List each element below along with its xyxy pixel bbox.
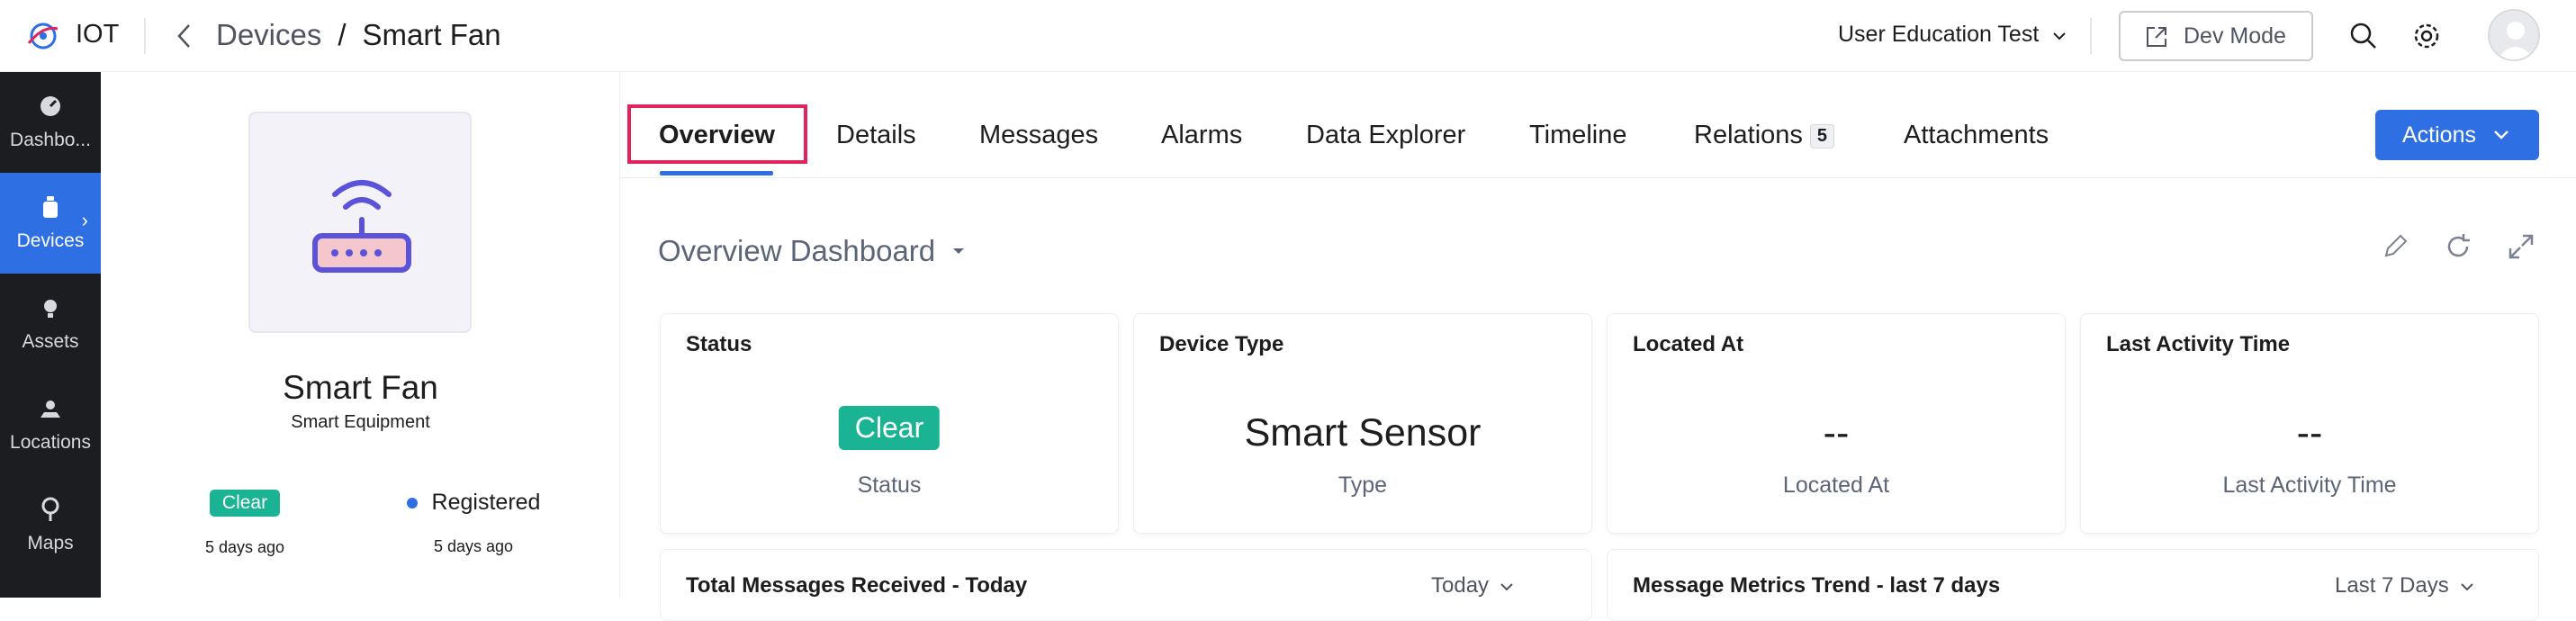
sidebar-item-label: Dashbo... xyxy=(10,130,91,150)
card-title: Last Activity Time xyxy=(2106,332,2291,356)
tab-details[interactable]: Details xyxy=(836,121,916,150)
expand-icon[interactable] xyxy=(2505,230,2537,263)
widget-title: Message Metrics Trend - last 7 days xyxy=(1633,573,2001,598)
breadcrumb: Devices / Smart Fan xyxy=(216,18,501,52)
main-content: Overview Details Messages Alarms Data Ex… xyxy=(620,72,2576,621)
relations-count-badge: 5 xyxy=(1809,123,1835,148)
tab-bar: Overview Details Messages Alarms Data Ex… xyxy=(620,72,2576,178)
caret-down-icon[interactable] xyxy=(951,247,966,256)
chevron-right-icon: › xyxy=(81,209,88,231)
status-badge: Clear xyxy=(209,490,281,517)
device-type: Smart Equipment xyxy=(291,412,430,432)
divider xyxy=(2090,18,2092,54)
device-icon xyxy=(43,196,58,218)
status-card: Status Clear Status xyxy=(660,313,1119,534)
located-at-card: Located At -- Located At xyxy=(1607,313,2066,534)
device-status-block: Clear 5 days ago xyxy=(155,490,335,557)
edit-icon[interactable] xyxy=(2379,230,2411,263)
last-activity-card: Last Activity Time -- Last Activity Time xyxy=(2080,313,2539,534)
sidebar-item-label: Devices xyxy=(16,230,85,251)
dashboard-icon xyxy=(41,96,60,116)
range-selector[interactable]: Last 7 Days xyxy=(2335,573,2474,598)
active-tab-underline xyxy=(660,171,773,176)
messages-today-widget: Total Messages Received - Today Today xyxy=(660,549,1592,621)
breadcrumb-current: Smart Fan xyxy=(362,18,501,51)
card-title: Status xyxy=(686,332,752,356)
divider xyxy=(144,18,146,54)
search-icon[interactable] xyxy=(2347,20,2380,52)
device-type-card: Device Type Smart Sensor Type xyxy=(1133,313,1592,534)
sidebar-item-maps[interactable]: Maps xyxy=(0,475,101,576)
message-trend-widget: Message Metrics Trend - last 7 days Last… xyxy=(1607,549,2539,621)
sidebar: Dashbo... Devices › Assets Locations Map… xyxy=(0,72,101,598)
sidebar-item-label: Assets xyxy=(22,331,79,352)
refresh-icon[interactable] xyxy=(2442,230,2474,263)
device-image xyxy=(248,112,472,333)
range-selector[interactable]: Today xyxy=(1431,573,1514,598)
tab-attachments[interactable]: Attachments xyxy=(1904,121,2049,150)
map-pin-icon xyxy=(41,497,59,521)
chevron-down-icon xyxy=(2494,130,2508,140)
gear-icon[interactable] xyxy=(2410,20,2443,52)
card-value: -- xyxy=(1823,411,1850,454)
status-badge: Clear xyxy=(838,406,941,450)
iot-logo-icon[interactable] xyxy=(23,16,63,56)
device-name: Smart Fan xyxy=(283,369,438,406)
avatar[interactable] xyxy=(2488,9,2540,61)
actions-button[interactable]: Actions xyxy=(2375,110,2539,160)
sidebar-item-label: Locations xyxy=(10,432,91,453)
card-subtitle: Last Activity Time xyxy=(2222,472,2397,498)
device-summary-panel: Smart Fan Smart Equipment Clear 5 days a… xyxy=(101,72,620,598)
sidebar-item-locations[interactable]: Locations xyxy=(0,374,101,475)
sidebar-item-assets[interactable]: Assets xyxy=(0,274,101,374)
user-icon xyxy=(2497,22,2535,59)
chevron-down-icon xyxy=(2461,582,2473,591)
range-label: Last 7 Days xyxy=(2335,573,2449,598)
card-value: -- xyxy=(2296,411,2323,454)
card-title: Device Type xyxy=(1159,332,1284,356)
external-link-icon xyxy=(2147,27,2166,47)
card-subtitle: Status xyxy=(857,472,922,498)
status-time: 5 days ago xyxy=(204,538,285,556)
top-bar: IOT Devices / Smart Fan User Education Tes… xyxy=(0,0,2576,72)
tab-timeline[interactable]: Timeline xyxy=(1529,121,1627,150)
tab-data-explorer[interactable]: Data Explorer xyxy=(1306,121,1465,150)
sidebar-item-dashboard[interactable]: Dashbo... xyxy=(0,72,101,173)
tab-overview[interactable]: Overview xyxy=(659,121,775,150)
registration-status: Registered xyxy=(406,490,541,516)
breadcrumb-separator: / xyxy=(338,18,347,51)
card-subtitle: Located At xyxy=(1782,472,1890,498)
org-selector[interactable]: User Education Test xyxy=(1838,22,2039,48)
location-icon xyxy=(41,400,60,418)
asset-icon xyxy=(44,300,57,318)
sidebar-item-label: Maps xyxy=(27,533,74,554)
registration-block: Registered 5 days ago xyxy=(383,490,563,556)
card-subtitle: Type xyxy=(1338,472,1388,498)
registration-label: Registered xyxy=(431,490,541,515)
widget-title: Total Messages Received - Today xyxy=(686,573,1028,598)
tab-alarms[interactable]: Alarms xyxy=(1161,121,1242,150)
back-arrow-icon[interactable] xyxy=(171,20,198,52)
tab-relations-label: Relations xyxy=(1694,121,1803,149)
tab-messages[interactable]: Messages xyxy=(979,121,1098,150)
registration-time: 5 days ago xyxy=(433,537,514,555)
status-dot xyxy=(406,497,418,508)
chevron-down-icon xyxy=(1500,582,1513,591)
tab-relations[interactable]: Relations 5 xyxy=(1694,121,1835,150)
app-name[interactable]: IOT xyxy=(76,20,119,50)
actions-label: Actions xyxy=(2402,122,2476,148)
range-label: Today xyxy=(1431,573,1490,598)
sidebar-item-devices[interactable]: Devices › xyxy=(0,173,101,274)
card-value: Smart Sensor xyxy=(1244,411,1482,454)
router-icon xyxy=(312,180,411,273)
breadcrumb-devices[interactable]: Devices xyxy=(216,18,321,51)
dev-mode-button[interactable]: Dev Mode xyxy=(2119,11,2313,61)
chevron-down-icon[interactable] xyxy=(2050,29,2068,43)
card-title: Located At xyxy=(1633,332,1744,356)
dev-mode-label: Dev Mode xyxy=(2184,22,2286,49)
dashboard-selector[interactable]: Overview Dashboard xyxy=(658,234,935,268)
